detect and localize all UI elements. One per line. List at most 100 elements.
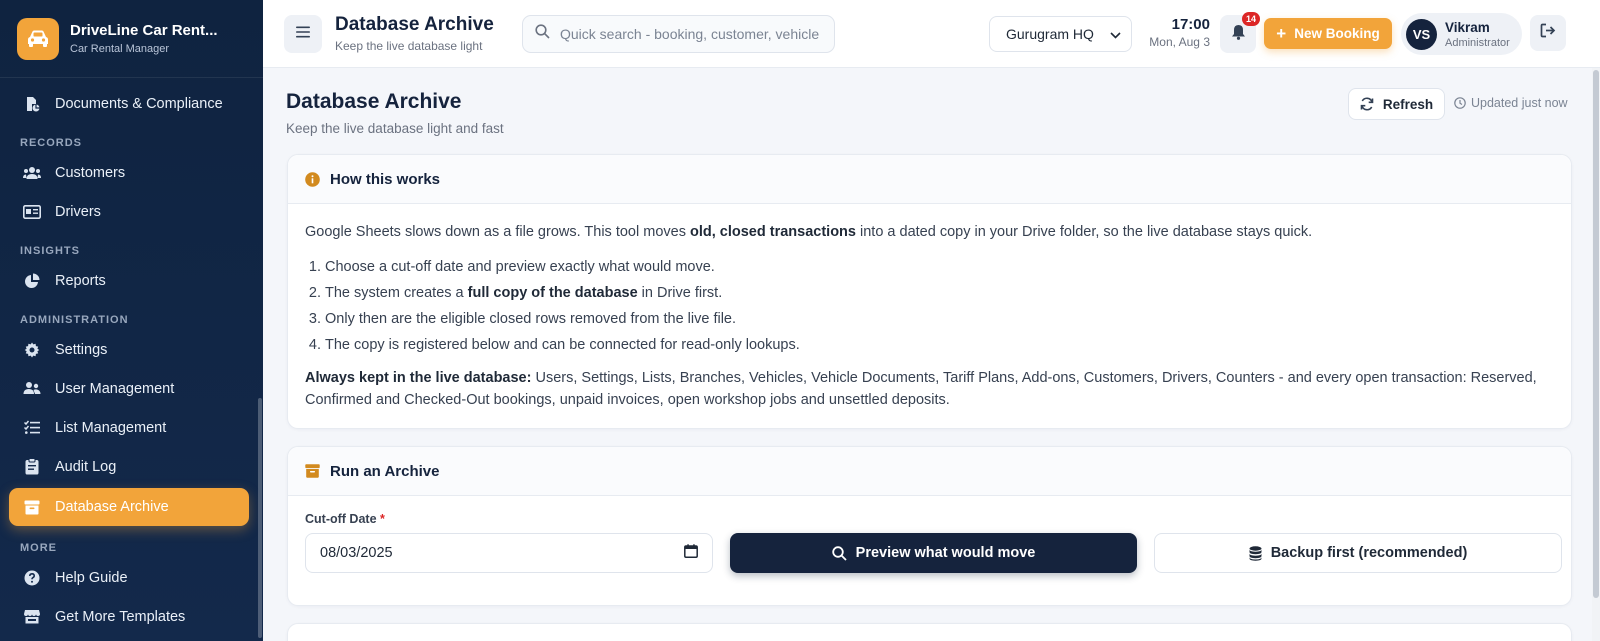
sidebar-item-label: Reports [55,272,106,289]
user-name: Vikram [1445,19,1490,35]
run-archive-card: Run an Archive Cut-off Date * 08/03/2025… [287,446,1572,606]
main-content: Database Archive Keep the live database … [263,68,1592,641]
cutoff-date-input[interactable]: 08/03/2025 [305,533,713,573]
new-booking-label: New Booking [1294,26,1380,41]
sidebar: DriveLine Car Rent... Car Rental Manager… [0,0,263,641]
store-icon [23,608,41,626]
clock-time: 17:00 [1171,16,1210,33]
sidebar-item-label: Drivers [55,203,101,220]
clock-icon [1454,97,1466,109]
sidebar-item-label: List Management [55,419,167,436]
cutoff-date-label: Cut-off Date * [305,512,1554,526]
search-input[interactable] [560,26,825,42]
search-box[interactable] [522,15,835,53]
archive-box-icon [305,464,320,478]
sidebar-item-documents[interactable]: Documents & Compliance [0,84,254,123]
search-icon [535,24,550,44]
clipboard-icon [23,458,41,476]
last-updated-text: Updated just now [1471,96,1568,110]
page-scrollbar-thumb[interactable] [1593,70,1599,598]
sidebar-item-reports[interactable]: Reports [0,261,254,300]
sidebar-item-database-archive[interactable]: Database Archive [9,488,249,526]
documents-icon [23,95,41,113]
section-records: RECORDS [20,137,83,149]
avatar: VS [1406,18,1437,50]
sidebar-item-list-management[interactable]: List Management [0,408,254,447]
app-subtitle: Car Rental Manager [70,43,170,55]
always-kept-label: Always kept in the live database: [305,369,532,386]
help-icon [23,569,41,587]
sidebar-item-drivers[interactable]: Drivers [0,192,254,231]
archive-list-card [287,623,1572,641]
steps-list: Choose a cut-off date and preview exactl… [305,254,1554,358]
run-archive-title: Run an Archive [330,462,440,480]
run-archive-header: Run an Archive [288,447,1571,496]
intro-text-a: Google Sheets slows down as a file grows… [305,224,690,240]
users-icon [23,164,41,182]
logout-button[interactable] [1530,15,1566,51]
notification-count-badge: 14 [1241,12,1260,26]
step-item: Only then are the eligible closed rows r… [325,306,1554,332]
menu-toggle-button[interactable] [284,15,322,53]
refresh-icon [1360,97,1374,111]
refresh-label: Refresh [1382,96,1434,112]
step-item: Choose a cut-off date and preview exactl… [325,254,1554,280]
branch-select[interactable]: Gurugram HQ [989,16,1132,52]
section-insights: INSIGHTS [20,245,80,257]
cutoff-date-value: 08/03/2025 [320,545,393,561]
sidebar-item-label: Audit Log [55,458,117,475]
topbar-title: Database Archive [335,14,494,35]
step-item: The copy is registered below and can be … [325,332,1554,358]
logout-icon [1540,23,1556,43]
always-kept-note: Always kept in the live database: Users,… [305,368,1554,412]
user-menu[interactable]: VS Vikram Administrator [1401,13,1522,55]
sidebar-item-label: Get More Templates [55,608,186,625]
id-card-icon [23,203,41,221]
app-name: DriveLine Car Rent... [70,22,218,39]
section-more: MORE [20,542,57,554]
pie-chart-icon [23,272,41,290]
how-it-works-intro: Google Sheets slows down as a file grows… [305,222,1554,244]
user-management-icon [23,380,41,398]
hamburger-icon [296,25,310,43]
page-subtitle: Keep the live database light and fast [286,121,504,136]
sidebar-item-label: Database Archive [55,499,169,515]
sidebar-item-get-more-templates[interactable]: Get More Templates [0,597,254,636]
database-icon [1249,545,1262,561]
sidebar-item-audit-log[interactable]: Audit Log [0,447,254,486]
backup-button[interactable]: Backup first (recommended) [1154,533,1562,573]
clock: 17:00 Mon, Aug 3 [1138,16,1210,49]
sidebar-item-customers[interactable]: Customers [0,153,254,192]
step2-text-c: in Drive first. [637,284,723,301]
refresh-button[interactable]: Refresh [1348,88,1445,120]
step2-text-a: The system creates a [325,284,468,301]
calendar-icon[interactable] [684,544,698,562]
sidebar-item-help-guide[interactable]: Help Guide [0,558,254,597]
topbar-title-block: Database Archive Keep the live database … [335,14,494,53]
clock-date: Mon, Aug 3 [1149,35,1210,49]
intro-text-c: into a dated copy in your Drive folder, … [855,224,1313,240]
sidebar-item-label: User Management [55,380,175,397]
page-title: Database Archive [286,90,462,113]
how-it-works-card: How this works Google Sheets slows down … [287,154,1572,429]
sidebar-scrollbar[interactable] [258,398,262,638]
list-check-icon [23,419,41,437]
how-it-works-header: How this works [288,155,1571,204]
cutoff-date-label-text: Cut-off Date [305,512,377,526]
sidebar-nav: Documents & Compliance RECORDS Customers… [0,78,263,636]
sidebar-item-user-management[interactable]: User Management [0,369,254,408]
topbar: Database Archive Keep the live database … [263,0,1600,68]
sidebar-item-label: Customers [55,164,126,181]
preview-button[interactable]: Preview what would move [730,533,1137,573]
archive-icon [23,498,41,516]
chevron-down-icon [1110,26,1121,42]
sidebar-item-settings[interactable]: Settings [0,330,254,369]
required-mark: * [380,512,385,526]
car-logo-icon [17,17,59,60]
new-booking-button[interactable]: + New Booking [1264,18,1392,49]
brand[interactable]: DriveLine Car Rent... Car Rental Manager [0,0,263,78]
backup-button-label: Backup first (recommended) [1270,545,1468,561]
notifications-button[interactable]: 14 [1220,12,1260,53]
sidebar-item-label: Documents & Compliance [55,95,223,112]
step2-text-bold: full copy of the database [467,284,638,301]
